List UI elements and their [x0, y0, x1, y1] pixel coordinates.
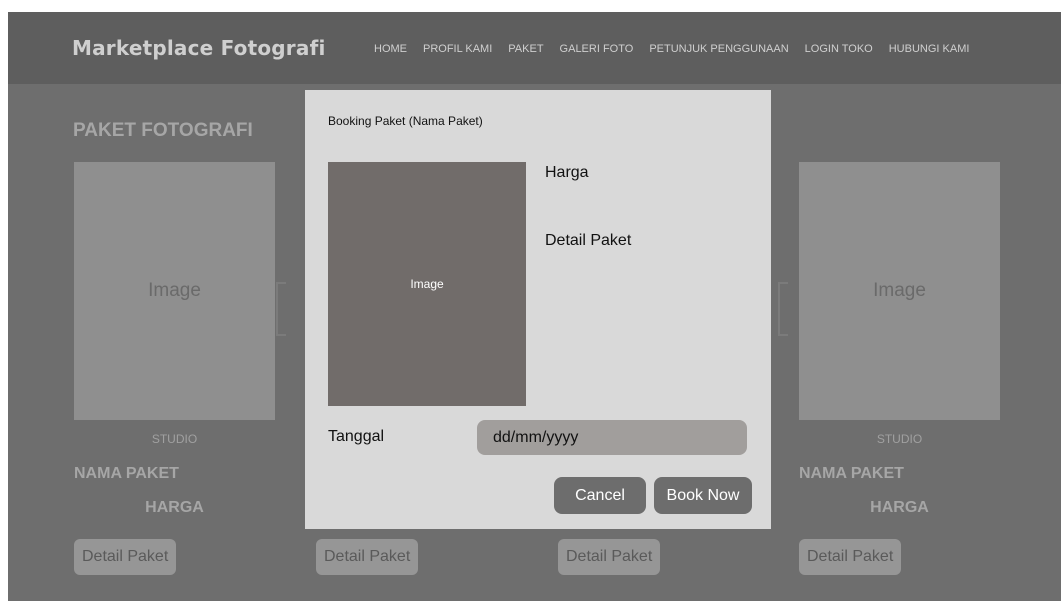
- page-frame: Marketplace Fotografi HOME PROFIL KAMI P…: [8, 12, 1061, 601]
- package-image: Image: [328, 162, 526, 406]
- detail-paket-button-4[interactable]: Detail Paket: [799, 539, 902, 575]
- image-placeholder-label: Image: [873, 280, 926, 301]
- nav-petunjuk-penggunaan[interactable]: PETUNJUK PENGGUNAAN: [649, 43, 788, 55]
- detail-paket-button-1[interactable]: Detail Paket: [74, 539, 177, 575]
- card-studio-1: STUDIO: [151, 432, 198, 446]
- booking-modal: Booking Paket (Nama Paket) Image Harga D…: [305, 90, 771, 529]
- book-now-button[interactable]: Book Now: [654, 477, 752, 514]
- nav-login-toko[interactable]: LOGIN TOKO: [805, 43, 873, 55]
- cancel-button[interactable]: Cancel: [554, 477, 646, 514]
- brand-logo[interactable]: Marketplace Fotografi: [72, 36, 326, 60]
- date-label: Tanggal: [328, 428, 385, 445]
- main-nav: HOME PROFIL KAMI PAKET GALERI FOTO PETUN…: [374, 43, 969, 55]
- price-label: Harga: [545, 164, 589, 181]
- nav-home[interactable]: HOME: [374, 43, 407, 55]
- date-input[interactable]: [477, 420, 747, 455]
- card-name-1: NAMA PAKET: [74, 465, 179, 482]
- nav-profil-kami[interactable]: PROFIL KAMI: [423, 43, 492, 55]
- nav-galeri-foto[interactable]: GALERI FOTO: [560, 43, 634, 55]
- section-title: PAKET FOTOGRAFI: [73, 120, 253, 141]
- faint-decoration: [778, 282, 788, 336]
- card-name-4: NAMA PAKET: [799, 465, 904, 482]
- detail-paket-button-3[interactable]: Detail Paket: [558, 539, 661, 575]
- nav-paket[interactable]: PAKET: [508, 43, 543, 55]
- image-placeholder-label: Image: [410, 277, 444, 291]
- card-price-1: HARGA: [145, 499, 204, 516]
- faint-decoration: [276, 282, 286, 336]
- detail-paket-button-2[interactable]: Detail Paket: [316, 539, 419, 575]
- card-image-1[interactable]: Image: [74, 162, 275, 420]
- package-detail-label: Detail Paket: [545, 232, 632, 249]
- card-studio-4: STUDIO: [876, 432, 923, 446]
- modal-title: Booking Paket (Nama Paket): [328, 114, 483, 128]
- nav-hubungi-kami[interactable]: HUBUNGI KAMI: [889, 43, 970, 55]
- card-price-4: HARGA: [870, 499, 929, 516]
- card-image-4[interactable]: Image: [799, 162, 1000, 420]
- site-header: Marketplace Fotografi HOME PROFIL KAMI P…: [8, 12, 1061, 84]
- image-placeholder-label: Image: [148, 280, 201, 301]
